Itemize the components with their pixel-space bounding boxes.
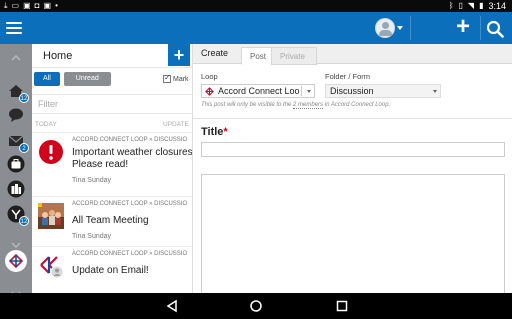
feed-post[interactable]: ACCORD CONNECT LOOP » DISCUSSIO Update o…	[32, 246, 192, 293]
recents-square-icon[interactable]	[335, 299, 349, 313]
status-time: 3:14	[488, 1, 506, 11]
loop-label: Loop	[201, 72, 218, 81]
post-title: All Team Meeting	[72, 215, 149, 226]
download-icon: ⤓	[4, 1, 8, 10]
network-badge: 12	[19, 216, 29, 226]
lock-icon: ◘	[34, 1, 40, 10]
folder-select[interactable]: Discussion	[325, 84, 441, 98]
buildings-icon	[7, 180, 25, 198]
filter-unread-button[interactable]: Unread	[63, 72, 111, 86]
filter-all-button[interactable]: All	[34, 72, 60, 86]
feed-post[interactable]: ACCORD CONNECT LOOP » DISCUSSIO Importan…	[32, 132, 192, 188]
post-body-editor[interactable]	[201, 174, 505, 293]
status-notifications: ⤓ ▭ ▣ ◘ ▣ •	[4, 1, 58, 11]
hamburger-icon[interactable]	[6, 20, 22, 36]
app-bar: +	[0, 12, 512, 44]
visibility-text: This post will only be visible to the	[201, 102, 294, 108]
feed-filters: All Unread	[34, 72, 111, 86]
nav-rail: 12 2 12	[0, 44, 32, 298]
shopping-bag-icon: ▣	[23, 1, 31, 10]
title-label: Title*	[201, 126, 228, 138]
date-label: TODAY	[35, 121, 57, 128]
chevron-down-icon[interactable]	[11, 284, 21, 298]
post-crumb: ACCORD CONNECT LOOP » DISCUSSIO	[72, 137, 188, 143]
mail-badge: 2	[19, 143, 29, 153]
required-marker: *	[223, 126, 228, 138]
feed-panel: Home + All Unread Mark Filter TODAY UPDA…	[32, 44, 192, 293]
checkbox-icon	[163, 73, 171, 83]
alert-icon	[38, 139, 64, 165]
create-panel: Create Post Private Loop Folder / Form A…	[192, 44, 512, 293]
folder-label: Folder / Form	[325, 72, 371, 81]
title-input[interactable]	[201, 142, 505, 157]
post-crumb: ACCORD CONNECT LOOP » DISCUSSIO	[72, 251, 188, 257]
accord-logo-icon[interactable]	[5, 250, 27, 272]
chevron-down-icon	[433, 90, 437, 93]
divider	[301, 86, 302, 96]
date-header: TODAY UPDATE	[32, 118, 192, 130]
members-link[interactable]: 2 members	[293, 102, 324, 109]
system-nav-bar	[0, 293, 512, 319]
rail-briefcase[interactable]	[7, 155, 25, 173]
post-crumb: ACCORD CONNECT LOOP » DISCUSSIO	[72, 201, 188, 207]
accord-logo-icon	[205, 87, 214, 96]
feed-header: Home +	[32, 44, 192, 68]
feed-add-button[interactable]: +	[168, 44, 190, 66]
post-title-line: Please read!	[72, 159, 129, 170]
accord-logo-avatar	[38, 253, 64, 279]
home-badge: 12	[19, 93, 29, 103]
divider	[410, 16, 411, 40]
feed-post[interactable]: ACCORD CONNECT LOOP » DISCUSSIO All Team…	[32, 196, 192, 252]
user-avatar-icon[interactable]	[375, 18, 395, 38]
feed-filter-input[interactable]: Filter	[32, 94, 192, 114]
post-author: Tina Sunday	[72, 233, 112, 240]
mark-read-checkbox[interactable]: Mark	[163, 73, 189, 83]
briefcase-icon	[7, 155, 25, 173]
tab-post[interactable]: Post	[241, 47, 276, 65]
sort-label[interactable]: UPDATE	[163, 121, 189, 128]
rail-chat[interactable]	[7, 106, 25, 124]
chevron-up-icon[interactable]	[11, 48, 21, 61]
search-icon[interactable]	[486, 20, 504, 38]
post-title: Important weather closures Please read!	[72, 147, 192, 171]
status-system: ᛒ ▯ ◥ ▮ 3:14	[449, 1, 506, 11]
meeting-photo	[38, 203, 64, 229]
notification-dot-icon: •	[55, 1, 58, 10]
chat-bubble-icon	[9, 108, 23, 122]
status-bar: ⤓ ▭ ▣ ◘ ▣ • ᛒ ▯ ◥ ▮ 3:14	[0, 0, 512, 12]
chevron-down-icon[interactable]	[397, 26, 403, 30]
loop-select[interactable]: Accord Connect Loo	[201, 84, 315, 98]
divider	[480, 16, 481, 40]
chevron-down-icon[interactable]	[11, 235, 21, 249]
new-post-button[interactable]: +	[452, 15, 474, 40]
battery-icon: ▮	[479, 1, 484, 10]
folder-value: Discussion	[330, 86, 374, 96]
feed-title: Home	[43, 50, 73, 62]
create-tab-bar: Create Post Private	[193, 44, 512, 65]
loop-value: Accord Connect Loo	[218, 86, 300, 96]
back-triangle-icon[interactable]	[165, 299, 179, 313]
wifi-icon: ◥	[467, 1, 475, 10]
vibrate-icon: ▯	[458, 1, 463, 10]
post-title: Update on Email!	[72, 265, 149, 276]
chevron-down-icon	[307, 90, 311, 93]
visibility-text: in Accord Connect Loop.	[323, 102, 391, 108]
shopping-bag-icon: ▣	[43, 1, 52, 10]
mark-read-label: Mark	[173, 75, 189, 83]
chat-icon: ▭	[11, 1, 20, 10]
create-header: Create	[201, 48, 229, 58]
tab-private[interactable]: Private	[271, 47, 317, 65]
post-author: Tina Sunday	[72, 177, 112, 184]
rail-mail[interactable]: 2	[7, 132, 29, 153]
rail-buildings[interactable]	[7, 180, 25, 198]
post-title-line: Important weather closures	[72, 147, 192, 158]
rail-network[interactable]: 12	[7, 205, 29, 226]
visibility-note: This post will only be visible to the 2 …	[201, 102, 391, 109]
title-label-text: Title	[201, 126, 224, 138]
bluetooth-icon: ᛒ	[448, 1, 454, 10]
rail-home[interactable]: 12	[7, 82, 29, 103]
divider	[193, 118, 512, 119]
home-circle-icon[interactable]	[249, 299, 263, 313]
